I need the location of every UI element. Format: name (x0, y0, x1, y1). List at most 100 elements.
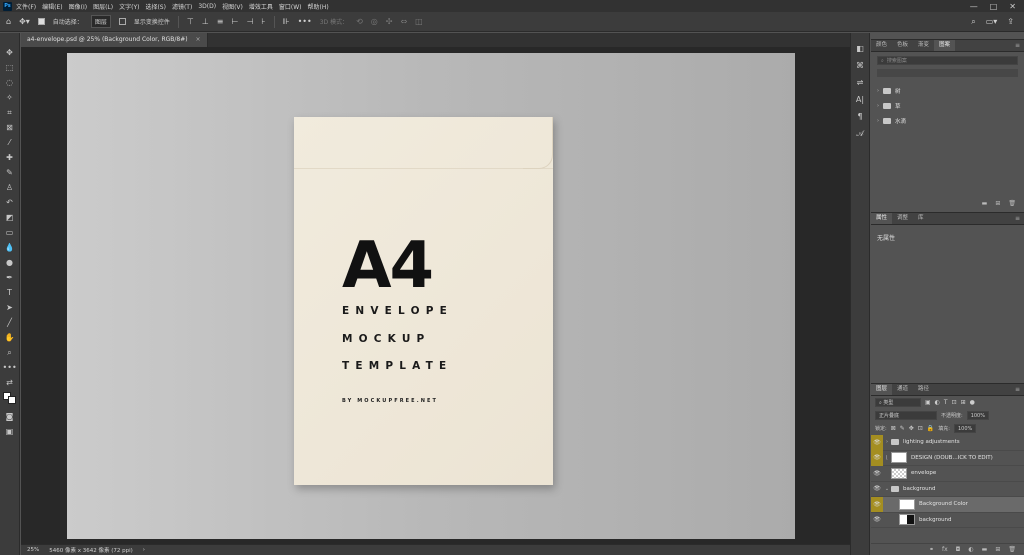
pattern-group[interactable]: › 水滴 (871, 113, 1024, 128)
eye-icon[interactable]: 👁 (871, 466, 883, 482)
3d-rotate-icon[interactable]: ⟲ (356, 17, 363, 26)
menu-type[interactable]: 文字(Y) (119, 2, 139, 11)
layer-row[interactable]: 👁 Background Color (871, 496, 1024, 513)
add-mask-icon[interactable]: ◘ (956, 546, 961, 553)
panel-menu-icon[interactable]: ≡ (1015, 384, 1024, 395)
color-swatches[interactable] (3, 392, 16, 408)
adjustments-icon[interactable]: ⇌ (853, 77, 867, 89)
menu-window[interactable]: 窗口(W) (279, 2, 302, 11)
tab-layers[interactable]: 图层 (871, 384, 893, 395)
share-icon[interactable]: ⇪ (1007, 17, 1014, 26)
tab-adjustments[interactable]: 调整 (892, 213, 913, 224)
new-group-icon[interactable]: ▬ (982, 546, 988, 553)
tab-patterns[interactable]: 图案 (934, 40, 956, 51)
pattern-group[interactable]: › 树 (871, 83, 1024, 98)
chevron-right-icon[interactable]: › (877, 103, 879, 109)
align-middle-icon[interactable]: ⊥ (202, 17, 209, 26)
layer-row[interactable]: 👁 › lighting adjustments (871, 434, 1024, 451)
zoom-tool-icon[interactable]: ⌕ (3, 347, 17, 359)
trash-icon[interactable]: 🗑 (1008, 546, 1016, 553)
document-tab[interactable]: a4-envelope.psd @ 25% (Background Color,… (21, 33, 208, 47)
close-tab-icon[interactable]: × (196, 36, 201, 43)
tab-swatches[interactable]: 色板 (892, 40, 913, 51)
eyedropper-icon[interactable]: ⁄ (3, 137, 17, 149)
character-icon[interactable]: A| (853, 94, 867, 106)
lock-transparent-icon[interactable]: ⊠ (891, 425, 896, 432)
dodge-tool-icon[interactable]: ● (3, 257, 17, 269)
more-tools-icon[interactable]: ••• (3, 362, 17, 374)
zoom-level[interactable]: 25% (27, 547, 39, 553)
tab-libraries[interactable]: 库 (913, 213, 929, 224)
menu-help[interactable]: 帮助(H) (308, 2, 329, 11)
maximize-icon[interactable]: □ (990, 2, 998, 11)
eye-icon[interactable]: 👁 (871, 450, 883, 466)
blur-tool-icon[interactable]: 💧 (3, 242, 17, 254)
minimize-icon[interactable]: — (970, 2, 978, 11)
new-group-icon[interactable]: ▬ (982, 200, 988, 207)
lock-position-icon[interactable]: ✥ (909, 425, 914, 432)
marquee-tool-icon[interactable]: ⬚ (3, 62, 17, 74)
thumbnail-size-slider[interactable] (877, 69, 1018, 77)
menu-image[interactable]: 图像(I) (69, 2, 87, 11)
chevron-right-icon[interactable]: › (877, 118, 879, 124)
fx-icon[interactable]: fx (942, 546, 948, 553)
filter-adjustment-icon[interactable]: ◐ (935, 399, 940, 406)
magic-wand-icon[interactable]: ✧ (3, 92, 17, 104)
layer-row[interactable]: 👁 envelope (871, 466, 1024, 482)
chevron-right-icon[interactable]: › (877, 88, 879, 94)
workspace-icon[interactable]: ▭▾ (986, 17, 998, 26)
canvas-area[interactable]: A4 ENVELOPE MOCKUP TEMPLATE BY MOCKUPFRE… (21, 47, 850, 544)
layer-row[interactable]: 👁 ⌊ DESIGN (DOUB...ICK TO EDIT) (871, 450, 1024, 466)
eye-icon[interactable]: 👁 (871, 512, 883, 528)
envelope-mockup[interactable]: A4 ENVELOPE MOCKUP TEMPLATE BY MOCKUPFRE… (294, 117, 553, 485)
chevron-down-icon[interactable]: ⌄ (883, 486, 891, 492)
eraser-tool-icon[interactable]: ◩ (3, 212, 17, 224)
blend-mode-select[interactable]: 正片叠底 (875, 411, 937, 420)
new-layer-icon[interactable]: ⊞ (995, 546, 1000, 553)
adjustment-layer-icon[interactable]: ◐ (968, 546, 973, 553)
status-menu-icon[interactable]: › (143, 547, 145, 553)
swap-colors-icon[interactable]: ⇄ (3, 377, 17, 389)
eye-icon[interactable]: 👁 (871, 434, 883, 450)
lock-artboard-icon[interactable]: ⊡ (918, 425, 923, 432)
fill-input[interactable]: 100% (953, 424, 977, 433)
history-brush-icon[interactable]: ↶ (3, 197, 17, 209)
menu-edit[interactable]: 编辑(E) (42, 2, 62, 11)
line-tool-icon[interactable]: ╱ (3, 317, 17, 329)
home-icon[interactable]: ⌂ (6, 17, 11, 26)
paragraph-icon[interactable]: ¶ (853, 111, 867, 123)
show-transform-checkbox[interactable] (118, 18, 126, 25)
pattern-group[interactable]: › 草 (871, 98, 1024, 113)
path-select-icon[interactable]: ➤ (3, 302, 17, 314)
tab-channels[interactable]: 通道 (892, 384, 913, 395)
brush-settings-icon[interactable]: ⌘ (853, 60, 867, 72)
3d-camera-icon[interactable]: ◫ (415, 17, 423, 26)
type-tool-icon[interactable]: T (3, 287, 17, 299)
eye-icon[interactable]: 👁 (871, 481, 883, 497)
search-icon[interactable]: ⌕ (971, 17, 975, 27)
tab-color[interactable]: 颜色 (871, 40, 892, 51)
filter-toggle-icon[interactable]: ● (970, 399, 975, 406)
filter-type-icon[interactable]: T (944, 399, 948, 406)
menu-file[interactable]: 文件(F) (16, 2, 36, 11)
layer-filter-select[interactable]: ⌕ 类型 (875, 398, 921, 407)
link-layers-icon[interactable]: ⚭ (929, 546, 934, 553)
pen-tool-icon[interactable]: ✒ (3, 272, 17, 284)
menu-filter[interactable]: 滤镜(T) (172, 2, 192, 11)
brush-tool-icon[interactable]: ✎ (3, 167, 17, 179)
background-color[interactable] (8, 396, 16, 404)
chevron-right-icon[interactable]: › (883, 439, 891, 445)
tab-properties[interactable]: 属性 (871, 213, 893, 224)
eye-icon[interactable]: 👁 (871, 496, 883, 512)
lasso-tool-icon[interactable]: ◌ (3, 77, 17, 89)
filter-pixel-icon[interactable]: ▣ (925, 399, 931, 406)
new-pattern-icon[interactable]: ⊞ (995, 200, 1000, 207)
crop-tool-icon[interactable]: ⌗ (3, 107, 17, 119)
align-top-icon[interactable]: ⊤ (187, 17, 194, 26)
opacity-input[interactable]: 100% (966, 411, 989, 420)
artboard[interactable]: A4 ENVELOPE MOCKUP TEMPLATE BY MOCKUPFRE… (67, 53, 795, 539)
history-icon[interactable]: ◧ (853, 43, 867, 55)
3d-drag-icon[interactable]: ✣ (386, 17, 393, 26)
menu-view[interactable]: 视图(V) (222, 2, 243, 11)
filter-shape-icon[interactable]: ⊡ (952, 399, 957, 406)
